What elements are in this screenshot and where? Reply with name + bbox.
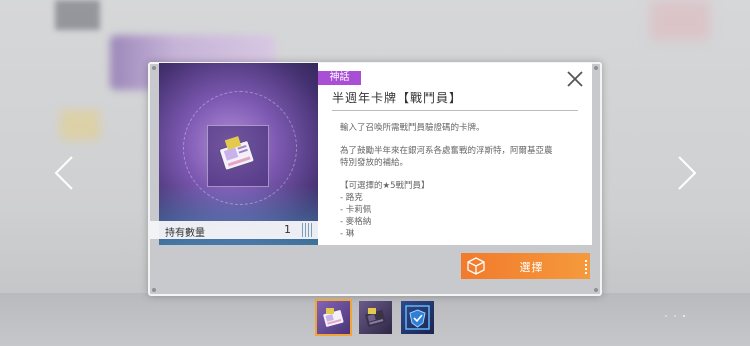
thumbnail-shield-card[interactable] [401,301,434,334]
panel-rivet [152,66,156,70]
rarity-badge: 神話 [318,71,361,85]
quantity-bar: 持有數量 1 [150,221,318,239]
stripes-decoration [585,258,587,274]
background-blur [55,0,100,30]
title-divider [332,110,578,111]
background-blur [60,110,100,140]
description-line: 輸入了召喚所需戰鬥員驗證碼的卡牌。 [340,123,485,133]
background-blur [650,0,710,40]
description-line: 【可選擇的★5戰鬥員】 [340,181,430,191]
thumbnail-dark-card[interactable] [359,301,392,334]
stripes-decoration [302,223,314,237]
item-artwork [159,63,318,245]
item-description: 輸入了召喚所需戰鬥員驗證碼的卡牌。 為了鼓勵半年來在銀河系各處奮戰的浮斯特，阿爾… [340,122,553,240]
page-dot [674,315,677,317]
page-dot [665,315,667,317]
item-frame [207,125,269,187]
description-line: 特別發放的補給。 [340,158,409,168]
panel-rivet [594,66,598,70]
thumbnail-half-anniversary-card[interactable] [315,299,352,336]
half-anniversary-card-icon [323,308,344,327]
page-dot-active [683,315,686,317]
description-line: - 麥格納 [340,217,372,227]
panel-rivet [594,288,598,292]
description-line: 為了鼓勵半年來在銀河系各處奮戰的浮斯特，阿爾基亞農 [340,146,553,156]
blue-shield-card-icon [405,305,430,330]
next-arrow-icon[interactable] [675,155,699,191]
item-title: 半週年卡牌【戰鬥員】 [332,91,463,105]
dark-card-icon [365,308,386,327]
half-anniversary-card-icon [219,136,255,171]
description-line: - 琳 [340,229,355,239]
close-icon[interactable] [565,69,585,89]
description-gap [340,134,553,145]
previous-arrow-icon[interactable] [52,155,76,191]
panel-rivet [152,288,156,292]
description-gap [340,169,553,180]
quantity-value: 1 [284,223,291,236]
page-indicator [665,302,687,321]
select-button[interactable]: 選擇 [461,253,590,279]
quantity-label: 持有數量 [165,228,205,239]
select-button-label: 選擇 [519,261,544,274]
description-line: - 路克 [340,193,363,203]
description-line: - 卡莉佩 [340,205,372,215]
